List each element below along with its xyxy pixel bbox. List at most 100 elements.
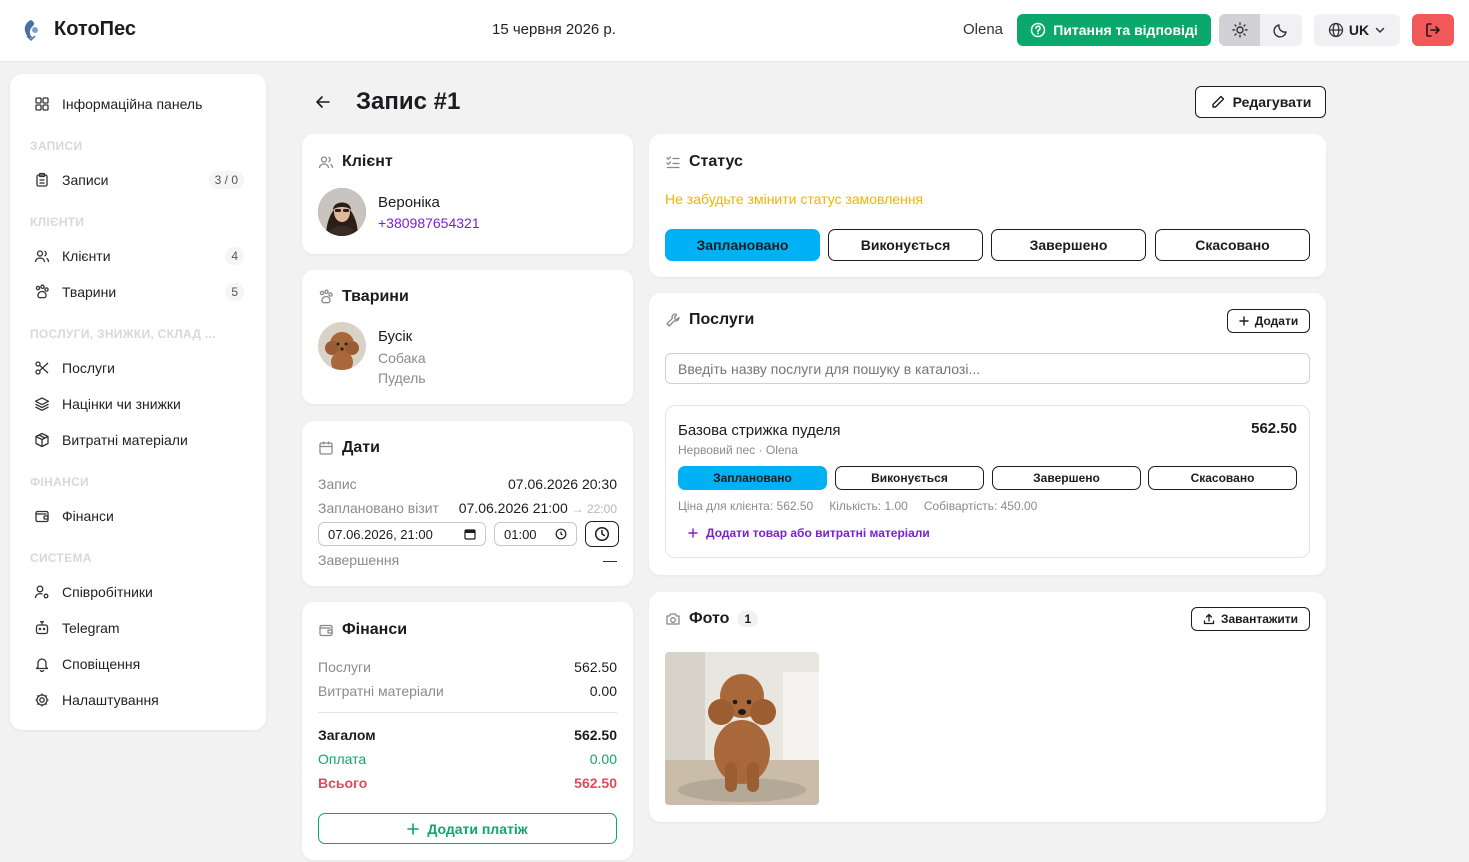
- pets-card: Тварини Бусік Собака Пудель: [302, 270, 633, 404]
- sidebar-item-dashboard[interactable]: Інформаційна панель: [34, 93, 244, 115]
- completion-label: Завершення: [318, 552, 400, 568]
- add-service-label: Додати: [1254, 314, 1299, 328]
- card-title-text: Клієнт: [342, 153, 393, 170]
- client-name[interactable]: Вероніка: [378, 194, 440, 211]
- current-date: 15 червня 2026 р.: [492, 21, 616, 38]
- sidebar-item-label: Націнки чи знижки: [62, 396, 181, 412]
- status-option-in-progress[interactable]: Виконується: [828, 229, 983, 261]
- edit-button[interactable]: Редагувати: [1195, 86, 1326, 118]
- sidebar-item-telegram[interactable]: Telegram: [34, 617, 244, 639]
- sidebar-item-markups[interactable]: Націнки чи знижки: [34, 393, 244, 415]
- record-date-label: Запис: [318, 476, 357, 492]
- service-status-in-progress[interactable]: Виконується: [835, 466, 984, 490]
- question-icon: [1031, 22, 1046, 38]
- gear-icon: [35, 693, 49, 707]
- pet-breed: Пудель: [378, 370, 426, 386]
- sidebar-item-pets[interactable]: Тварини 5: [34, 281, 244, 303]
- sidebar-item-label: Записи: [62, 172, 109, 188]
- finance-materials-value: 0.00: [589, 683, 617, 699]
- pet-name[interactable]: Бусік: [378, 328, 412, 345]
- planned-datetime-input[interactable]: 07.06.2026, 21:00: [318, 522, 486, 546]
- planned-date-label: Заплановано візит: [318, 500, 439, 516]
- wrench-icon: [666, 313, 680, 327]
- upload-button[interactable]: Завантажити: [1191, 607, 1310, 631]
- sidebar-item-label: Співробітники: [62, 584, 153, 600]
- status-option-planned[interactable]: Заплановано: [665, 229, 820, 261]
- camera-icon: [666, 613, 680, 625]
- edit-label: Редагувати: [1232, 94, 1312, 110]
- status-option-cancelled[interactable]: Скасовано: [1155, 229, 1310, 261]
- calendar-icon: [319, 441, 333, 455]
- bell-icon: [35, 658, 49, 672]
- service-client-price: Ціна для клієнта: 562.50: [678, 499, 814, 513]
- pencil-icon: [1211, 95, 1224, 108]
- finance-paid-value: 0.00: [589, 751, 617, 767]
- service-status-completed[interactable]: Завершено: [992, 466, 1141, 490]
- add-service-button[interactable]: Додати: [1227, 309, 1310, 333]
- language-label: UK: [1348, 22, 1370, 38]
- users-icon: [34, 250, 50, 263]
- paw-icon: [319, 289, 333, 304]
- sidebar-item-label: Налаштування: [62, 692, 159, 708]
- finance-total-value: 562.50: [574, 727, 617, 743]
- card-title-text: Статус: [689, 153, 743, 170]
- finance-services-value: 562.50: [574, 659, 617, 675]
- completion-row: Завершення —: [318, 552, 617, 568]
- sidebar-item-materials[interactable]: Витратні матеріали: [34, 429, 244, 451]
- service-item-meta: Нервовий пес · Olena: [678, 443, 798, 457]
- pet-photo: [318, 322, 366, 370]
- light-theme-button[interactable]: [1219, 14, 1260, 46]
- service-status-cancelled[interactable]: Скасовано: [1148, 466, 1297, 490]
- card-title-text: Тварини: [342, 288, 409, 305]
- chevron-down-icon: [1375, 27, 1385, 34]
- sidebar-item-services[interactable]: Послуги: [34, 357, 244, 379]
- sidebar-section-finance: ФІНАНСИ: [30, 475, 89, 489]
- help-button[interactable]: Питання та відповіді: [1017, 14, 1211, 46]
- services-card: Послуги Додати Базова стрижка пуделя 562…: [649, 293, 1326, 575]
- status-card: Статус Не забудьте змінити статус замовл…: [649, 134, 1326, 277]
- sidebar-item-clients[interactable]: Клієнти 4: [34, 245, 244, 267]
- client-photo: [318, 188, 366, 236]
- finance-services-label: Послуги: [318, 659, 371, 675]
- upload-icon: [1203, 613, 1215, 625]
- card-title-text: Дати: [342, 439, 380, 456]
- users-icon: [318, 156, 334, 169]
- sidebar-item-settings[interactable]: Налаштування: [34, 689, 244, 711]
- bot-icon: [35, 621, 49, 635]
- count-badge: 5: [225, 283, 244, 301]
- service-search-input[interactable]: [665, 353, 1310, 384]
- logout-button[interactable]: [1412, 14, 1454, 46]
- add-material-link[interactable]: Додати товар або витратні матеріали: [688, 526, 930, 540]
- client-phone-link[interactable]: +380987654321: [378, 215, 480, 231]
- dates-card-title: Дати: [318, 439, 380, 457]
- sidebar-item-records[interactable]: Записи 3 / 0: [34, 169, 244, 191]
- duration-input[interactable]: 01:00: [494, 522, 577, 546]
- dog-photo: [665, 652, 819, 805]
- photo-thumbnail[interactable]: [665, 652, 819, 805]
- clipboard-icon: [36, 172, 48, 187]
- moon-icon: [1272, 24, 1287, 38]
- service-item: Базова стрижка пуделя 562.50 Нервовий пе…: [665, 405, 1310, 558]
- finance-paid-label: Оплата: [318, 751, 367, 767]
- set-now-button[interactable]: [585, 521, 619, 547]
- upload-label: Завантажити: [1220, 612, 1299, 626]
- top-bar: КотоПес 15 червня 2026 р. Olena Питання …: [0, 0, 1469, 62]
- sidebar-item-finance[interactable]: Фінанси: [34, 505, 244, 527]
- service-status-planned[interactable]: Заплановано: [678, 466, 827, 490]
- back-arrow-icon[interactable]: [314, 93, 332, 111]
- sidebar-item-label: Клієнти: [62, 248, 111, 264]
- clock-icon: [594, 526, 610, 542]
- box-icon: [35, 432, 49, 448]
- sidebar-item-employees[interactable]: Співробітники: [34, 581, 244, 603]
- services-card-title: Послуги: [665, 311, 754, 329]
- add-payment-button[interactable]: Додати платіж: [318, 813, 617, 844]
- sidebar-item-notifications[interactable]: Сповіщення: [34, 653, 244, 675]
- clock-icon: [555, 528, 567, 540]
- status-card-title: Статус: [665, 153, 743, 171]
- paw-icon: [35, 284, 49, 299]
- dark-theme-button[interactable]: [1260, 14, 1301, 46]
- client-avatar: [318, 188, 366, 236]
- current-user: Olena: [963, 21, 1004, 38]
- language-select[interactable]: UK: [1314, 14, 1400, 46]
- status-option-completed[interactable]: Завершено: [991, 229, 1146, 261]
